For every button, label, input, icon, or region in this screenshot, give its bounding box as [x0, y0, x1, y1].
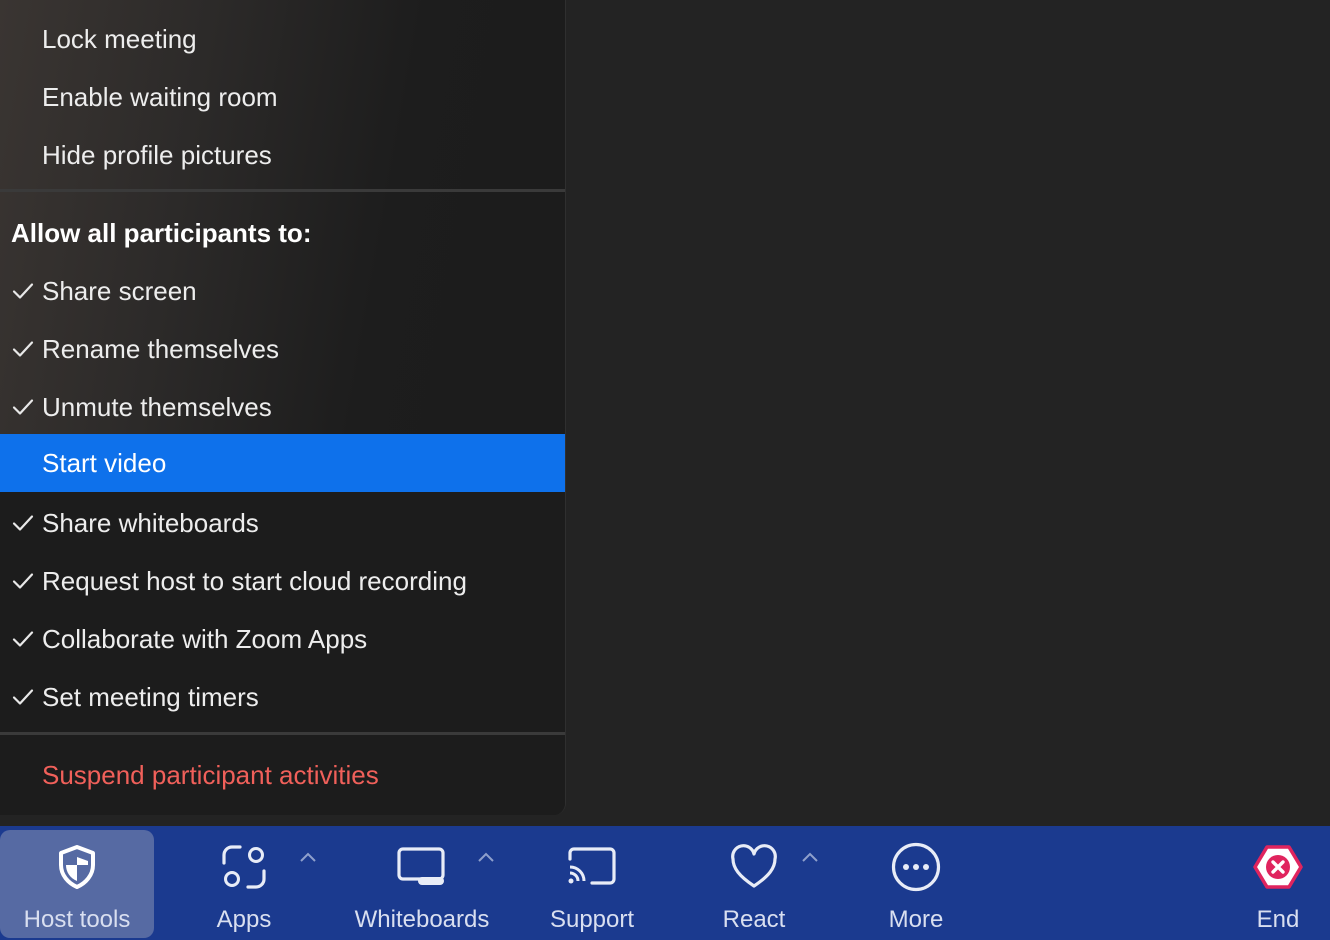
checkmark-icon	[10, 262, 36, 320]
section-title: Allow all participants to:	[11, 217, 312, 248]
whiteboards-button[interactable]: Whiteboards	[346, 830, 498, 938]
apps-label: Apps	[216, 906, 272, 933]
react-button[interactable]: React	[704, 830, 804, 938]
apps-chevron-up-icon[interactable]	[298, 850, 318, 869]
menu-item-rename-themselves[interactable]: Rename themselves	[0, 320, 565, 378]
host-tools-menu: Lock meeting Enable waiting room Hide pr…	[0, 0, 566, 815]
more-button[interactable]: More	[868, 830, 964, 938]
menu-item-unmute-themselves[interactable]: Unmute themselves	[0, 378, 565, 436]
menu-item-label: Suspend participant activities	[42, 759, 379, 790]
checkmark-icon	[10, 320, 36, 378]
apps-button[interactable]: Apps	[196, 830, 292, 938]
more-icon	[890, 830, 942, 904]
checkmark-icon	[10, 494, 36, 552]
meeting-toolbar: Host tools Apps Whiteboards Support Reac…	[0, 826, 1330, 940]
menu-divider	[0, 732, 565, 735]
host-tools-label: Host tools	[23, 906, 131, 933]
end-call-icon	[1252, 830, 1304, 904]
menu-item-label: Set meeting timers	[42, 681, 259, 712]
cast-icon	[566, 830, 618, 904]
menu-item-request-cloud-recording[interactable]: Request host to start cloud recording	[0, 552, 565, 610]
menu-item-hide-profile-pictures[interactable]: Hide profile pictures	[0, 126, 565, 184]
shield-icon	[55, 830, 99, 904]
heart-icon	[729, 830, 779, 904]
menu-item-share-whiteboards[interactable]: Share whiteboards	[0, 494, 565, 552]
end-label: End	[1256, 906, 1300, 933]
menu-item-label: Enable waiting room	[42, 81, 278, 112]
menu-item-suspend-participant-activities[interactable]: Suspend participant activities	[0, 746, 565, 804]
menu-item-label: Lock meeting	[42, 23, 197, 54]
apps-icon	[220, 830, 268, 904]
whiteboards-label: Whiteboards	[354, 906, 490, 933]
menu-item-collaborate-zoom-apps[interactable]: Collaborate with Zoom Apps	[0, 610, 565, 668]
support-label: Support	[549, 906, 635, 933]
menu-item-lock-meeting[interactable]: Lock meeting	[0, 10, 565, 68]
checkmark-icon	[10, 552, 36, 610]
host-tools-button[interactable]: Host tools	[0, 830, 154, 938]
whiteboard-icon	[396, 830, 448, 904]
menu-item-label: Rename themselves	[42, 333, 279, 364]
checkmark-icon	[10, 378, 36, 436]
menu-item-label: Start video	[42, 447, 167, 478]
menu-item-label: Request host to start cloud recording	[42, 565, 467, 596]
support-button[interactable]: Support	[536, 830, 648, 938]
react-chevron-up-icon[interactable]	[800, 850, 820, 869]
checkmark-icon	[10, 610, 36, 668]
more-label: More	[888, 906, 944, 933]
menu-item-set-meeting-timers[interactable]: Set meeting timers	[0, 668, 565, 726]
menu-item-label: Collaborate with Zoom Apps	[42, 623, 368, 654]
checkmark-icon	[10, 668, 36, 726]
menu-item-share-screen[interactable]: Share screen	[0, 262, 565, 320]
menu-item-label: Unmute themselves	[42, 391, 272, 422]
menu-item-enable-waiting-room[interactable]: Enable waiting room	[0, 68, 565, 126]
whiteboards-chevron-up-icon[interactable]	[476, 850, 496, 869]
end-button[interactable]: End	[1234, 830, 1322, 938]
menu-divider	[0, 189, 565, 192]
menu-item-label: Share screen	[42, 275, 197, 306]
menu-item-start-video[interactable]: Start video	[0, 434, 565, 492]
react-label: React	[722, 906, 786, 933]
menu-item-label: Share whiteboards	[42, 507, 259, 538]
menu-item-label: Hide profile pictures	[42, 139, 272, 170]
